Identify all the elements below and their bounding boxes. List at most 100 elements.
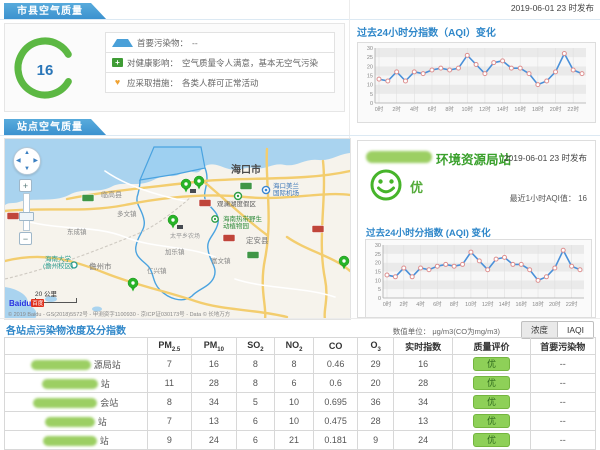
value-cell: 13 [393, 412, 452, 431]
svg-text:12时: 12时 [482, 300, 494, 308]
col-header: SO2 [236, 338, 275, 355]
info-value: -- [192, 38, 198, 48]
map-label: 儋州市 [89, 261, 112, 271]
road-badge [312, 226, 324, 233]
value-cell: 5 [236, 393, 275, 412]
table-title: 各站点污染物浓度及分指数 [6, 322, 126, 337]
value-cell: 34 [393, 393, 452, 412]
svg-text:20时: 20时 [549, 300, 561, 308]
pan-up-icon[interactable]: ▲ [24, 150, 30, 156]
svg-text:4时: 4时 [410, 105, 419, 113]
svg-text:18时: 18时 [532, 300, 544, 308]
station-chart: 0510152025300时2时4时6时8时10时12时14时16时18时20时… [365, 239, 592, 318]
value-cell: 29 [358, 355, 394, 374]
col-header: CO [313, 338, 358, 355]
col-header [5, 338, 148, 355]
value-cell: 9 [147, 431, 192, 450]
station-name-suffix: 会站 [100, 398, 118, 408]
value-cell: 6 [236, 412, 275, 431]
road-badge [82, 195, 94, 202]
divider [0, 135, 600, 136]
primary-pollutant-cell: -- [530, 431, 595, 450]
col-header: PM10 [192, 338, 237, 355]
value-cell: 11 [147, 374, 192, 393]
station-aqi-note: 最近1小时AQI值： 16 [510, 193, 587, 204]
zoom-track[interactable] [23, 193, 30, 231]
divider [0, 318, 600, 319]
svg-text:0时: 0时 [383, 300, 392, 308]
value-cell: 20 [358, 374, 394, 393]
map-label: (儋州校区) [43, 261, 73, 270]
info-value: 空气质量令人满意，基本无空气污染 [182, 57, 318, 69]
value-cell: 6 [275, 374, 314, 393]
svg-text:30: 30 [375, 243, 381, 249]
flask-icon [112, 39, 133, 47]
svg-text:2时: 2时 [392, 105, 401, 113]
svg-text:6时: 6时 [428, 105, 437, 113]
smiley-icon [368, 167, 404, 203]
tab-station-air-quality: 站点空气质量 [4, 119, 107, 136]
pan-control[interactable]: ▲ ▼ ◀ ▶ [13, 147, 41, 175]
map-label: 多文镇 [117, 209, 137, 218]
map-label: 动植物园 [223, 221, 249, 230]
svg-text:14时: 14时 [497, 105, 509, 113]
info-label: 应采取措施： [127, 77, 178, 89]
value-cell: 8 [147, 393, 192, 412]
svg-text:0: 0 [370, 101, 373, 107]
svg-text:12时: 12时 [479, 105, 491, 113]
primary-pollutant-cell: -- [530, 412, 595, 431]
svg-text:25: 25 [375, 252, 381, 258]
value-cell: 10 [275, 393, 314, 412]
value-cell: 8 [236, 374, 275, 393]
table-row: 会站8345100.6953634优-- [5, 393, 596, 412]
city-chart-title: 过去24小时分指数（AQI）变化 [357, 24, 596, 39]
primary-pollutant-cell: -- [530, 393, 595, 412]
city-aqi-line-chart: 0510152025300时2时4时6时8时10时12时14时16时18时20时… [360, 45, 591, 115]
pan-left-icon[interactable]: ◀ [16, 158, 21, 164]
value-cell: 8 [236, 355, 275, 374]
info-label: 对健康影响： [127, 57, 178, 69]
svg-text:2时: 2时 [400, 300, 409, 308]
station-name-redacted [366, 151, 432, 163]
value-cell: 24 [192, 431, 237, 450]
map-label: 海口美兰 [273, 181, 300, 190]
city-chart: 0510152025300时2时4时6时8时10时12时14时16时18时20时… [357, 42, 596, 123]
aqi-value: 16 [27, 62, 63, 79]
info-row: 首要污染物：-- [105, 32, 335, 53]
table-row: 站7136100.4752813优-- [5, 412, 596, 431]
table-row: 站9246210.181924优-- [5, 431, 596, 450]
station-name-redacted [33, 398, 97, 408]
grade-badge: 优 [473, 433, 510, 447]
map-label: 仁兴镇 [147, 266, 167, 275]
svg-text:22时: 22时 [567, 105, 579, 113]
svg-text:4时: 4时 [416, 300, 425, 308]
zoom-slider-handle[interactable] [19, 212, 34, 221]
value-cell: 10 [275, 412, 314, 431]
svg-text:18时: 18时 [532, 105, 544, 113]
pan-right-icon[interactable]: ▶ [33, 158, 38, 164]
station-grade: 优 [410, 177, 423, 196]
primary-pollutant-cell: -- [530, 355, 595, 374]
pan-down-icon[interactable]: ▼ [24, 166, 30, 172]
table-row: 源局站716880.462916优-- [5, 355, 596, 374]
station-name-redacted [42, 379, 98, 389]
unit-note: 数值单位： μg/m3(CO为mg/m3) [393, 326, 500, 337]
col-header: NO2 [275, 338, 314, 355]
road-badge [240, 183, 252, 190]
value-cell: 24 [393, 431, 452, 450]
map-copyright: © 2019 Baidu - GS(2018)5572号 - 甲测资字11009… [8, 310, 230, 318]
station-map[interactable]: 海口市海口美兰国际机场观澜湖度假区海南热带野生动植物园定安县富文镇临高县多文镇东… [4, 138, 351, 320]
station-name-suffix: 站 [100, 436, 109, 446]
svg-text:5: 5 [370, 92, 373, 98]
value-cell: 0.181 [313, 431, 358, 450]
svg-text:15: 15 [375, 270, 381, 276]
zoom-control[interactable]: + − [19, 179, 33, 245]
map-label: 国际机场 [273, 188, 300, 197]
zoom-out-button[interactable]: − [19, 232, 32, 245]
svg-text:6时: 6时 [433, 300, 442, 308]
map-label: 富文镇 [211, 256, 231, 265]
zoom-in-button[interactable]: + [19, 179, 32, 192]
svg-text:10时: 10时 [461, 105, 473, 113]
grade-badge: 优 [473, 414, 510, 428]
primary-pollutant-cell: -- [530, 374, 595, 393]
